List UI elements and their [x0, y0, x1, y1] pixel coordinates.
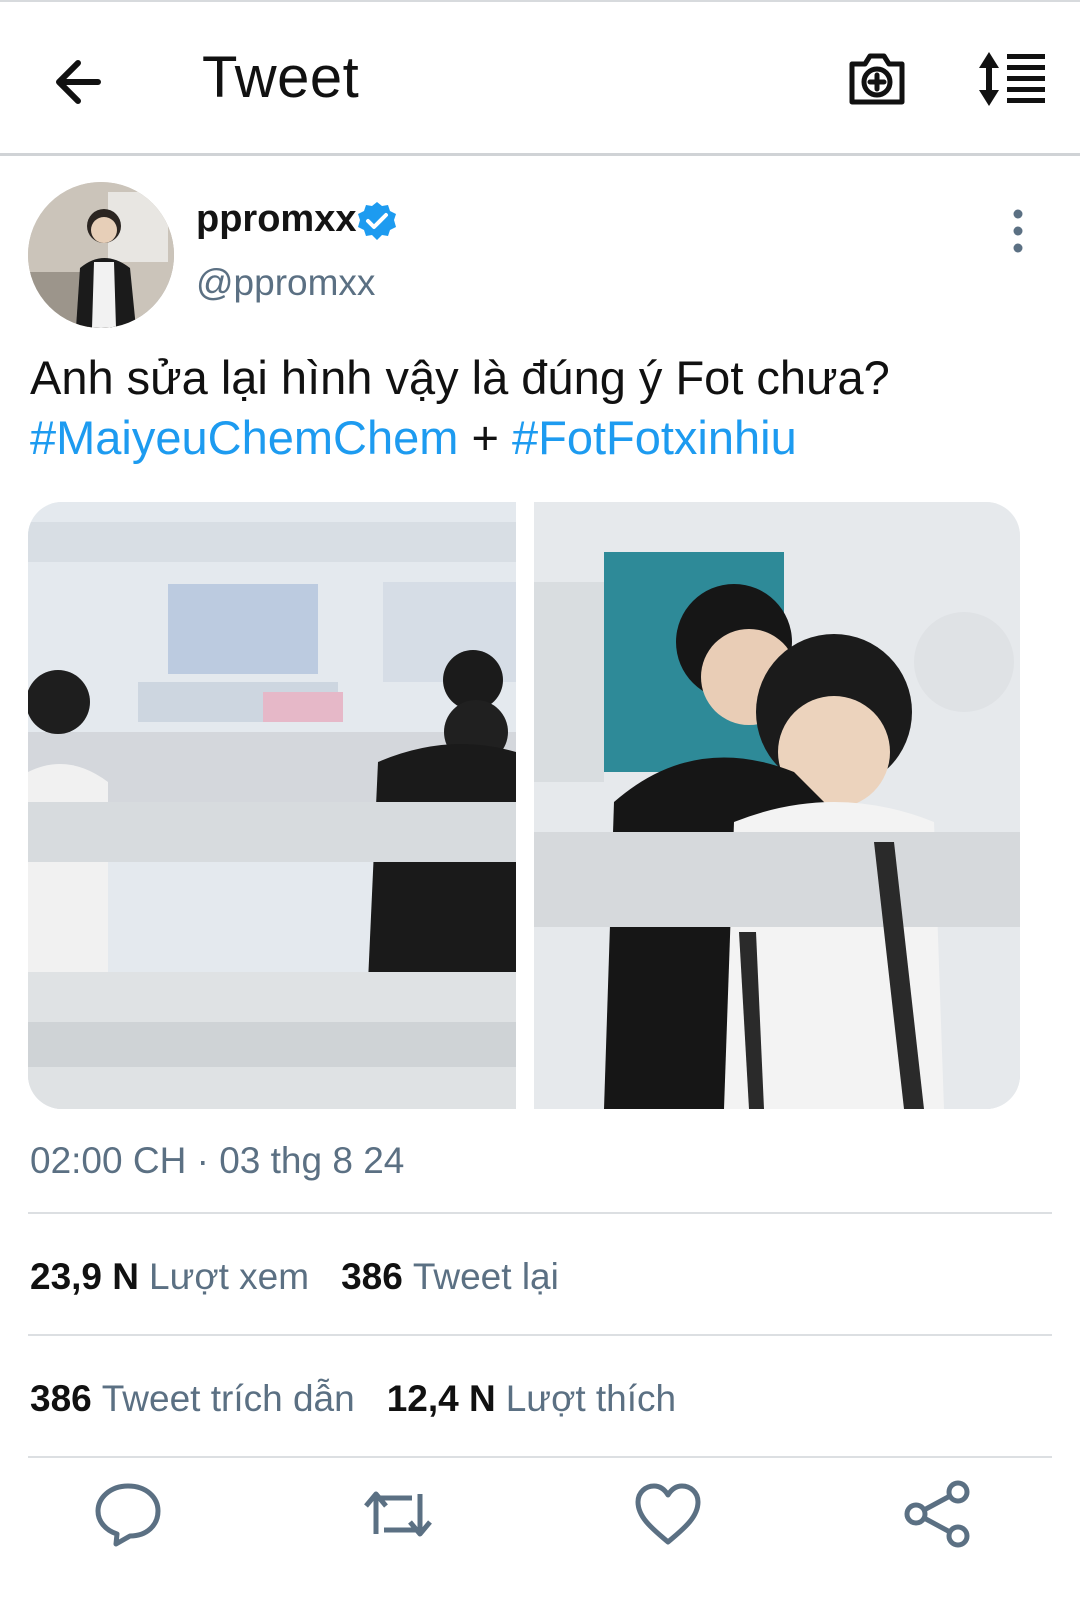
- avatar-image: [28, 182, 174, 328]
- hashtag-separator: +: [471, 411, 499, 464]
- quotes-count: 386: [30, 1378, 92, 1419]
- photo-content: [534, 502, 1020, 1109]
- likes-stat[interactable]: 12,4 N Lượt thích: [387, 1378, 708, 1419]
- retweets-label: Tweet lại: [412, 1256, 559, 1297]
- display-name[interactable]: ppromxx: [196, 198, 356, 241]
- views-label: Lượt xem: [149, 1256, 310, 1297]
- reply-icon: [95, 1483, 161, 1547]
- sort-button[interactable]: [975, 48, 1047, 110]
- reply-button[interactable]: [92, 1478, 164, 1550]
- retweets-stat[interactable]: 386 Tweet lại: [341, 1256, 591, 1297]
- sort-list-icon: [979, 52, 1045, 106]
- top-bar: Tweet: [0, 0, 1080, 156]
- divider: [28, 1456, 1052, 1458]
- tweet-photo[interactable]: [28, 502, 516, 1109]
- more-vertical-icon: [1013, 209, 1023, 253]
- more-options-button[interactable]: [1004, 206, 1032, 256]
- retweet-button[interactable]: [362, 1478, 434, 1550]
- retweets-count: 386: [341, 1256, 403, 1297]
- verified-badge-icon: [358, 202, 396, 240]
- share-button[interactable]: [902, 1478, 974, 1550]
- like-button[interactable]: [632, 1478, 704, 1550]
- quotes-label: Tweet trích dẫn: [101, 1378, 355, 1419]
- views-count: 23,9 N: [30, 1256, 140, 1297]
- hashtag-link[interactable]: #MaiyeuChemChem: [30, 411, 458, 464]
- tweet-media: [28, 502, 1020, 1109]
- hashtag-link[interactable]: #FotFotxinhiu: [512, 411, 797, 464]
- views-stat[interactable]: 23,9 N Lượt xem: [30, 1256, 341, 1297]
- likes-count: 12,4 N: [386, 1378, 496, 1419]
- photo-content: [28, 502, 516, 1109]
- page-title: Tweet: [202, 45, 360, 110]
- quotes-stat[interactable]: 386 Tweet trích dẫn: [30, 1378, 387, 1419]
- divider: [28, 1334, 1052, 1336]
- action-bar: [0, 1478, 1080, 1568]
- tweet-photo[interactable]: [534, 502, 1020, 1109]
- arrow-left-icon: [56, 60, 101, 104]
- stats-row: 23,9 N Lượt xem 386 Tweet lại: [30, 1256, 591, 1298]
- tweet-body: Anh sửa lại hình vậy là đúng ý Fot chưa?: [30, 351, 890, 404]
- like-icon: [635, 1483, 701, 1545]
- avatar[interactable]: [28, 182, 174, 328]
- back-button[interactable]: [48, 50, 112, 114]
- camera-plus-icon: [849, 53, 905, 105]
- likes-label: Lượt thích: [505, 1378, 677, 1419]
- camera-button[interactable]: [846, 48, 908, 110]
- tweet-hashtags: #MaiyeuChemChem + #FotFotxinhiu: [30, 408, 1050, 468]
- tweet-timestamp[interactable]: 02:00 CH · 03 thg 8 24: [30, 1140, 404, 1182]
- tweet-text: Anh sửa lại hình vậy là đúng ý Fot chưa?…: [30, 348, 1050, 468]
- retweet-icon: [364, 1491, 432, 1537]
- divider: [28, 1212, 1052, 1214]
- user-handle[interactable]: @ppromxx: [196, 262, 375, 304]
- share-icon: [904, 1480, 970, 1548]
- stats-row: 386 Tweet trích dẫn 12,4 N Lượt thích: [30, 1378, 708, 1420]
